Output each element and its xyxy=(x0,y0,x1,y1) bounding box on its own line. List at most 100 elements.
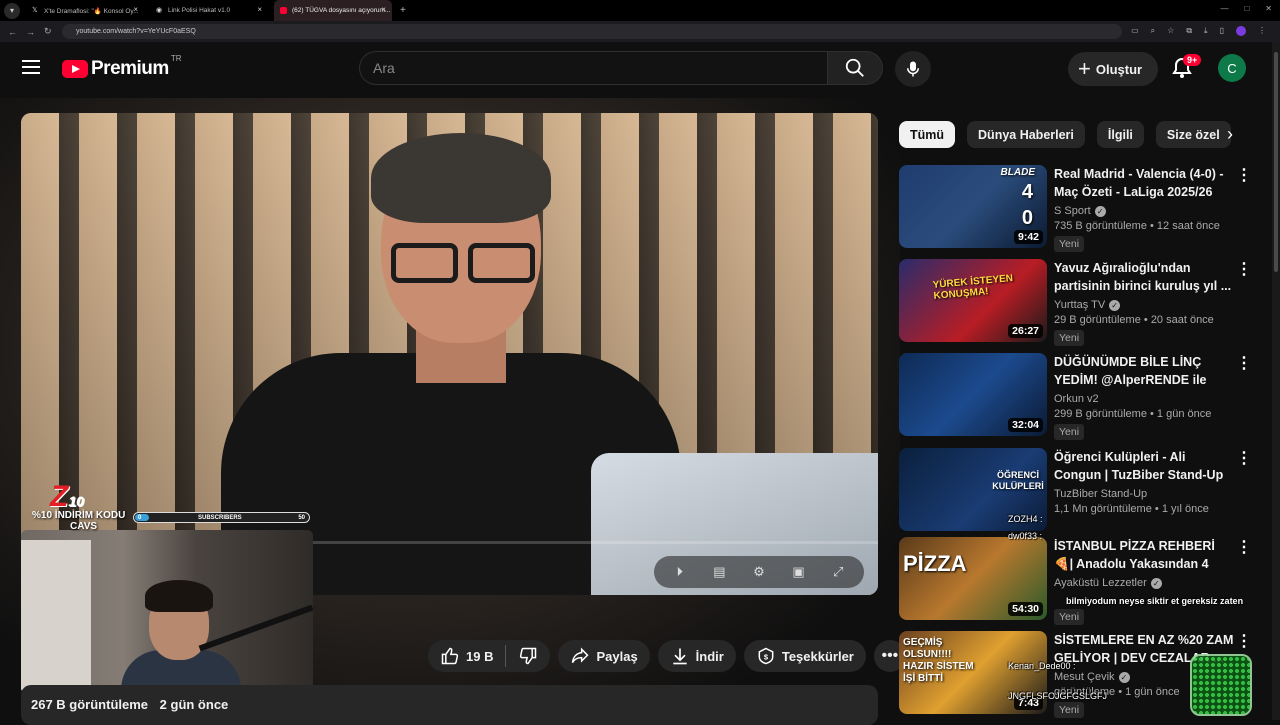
thanks-button[interactable]: $ Teşekkürler xyxy=(743,640,866,672)
video-title[interactable]: Real Madrid - Valencia (4-0) - Maç Özeti… xyxy=(1054,165,1234,201)
new-tab-icon[interactable]: + xyxy=(400,5,406,16)
extensions-icon[interactable]: ⧉ xyxy=(1186,26,1192,36)
video-age: 12 saat önce xyxy=(1156,220,1220,232)
youtube-premium-logo[interactable]: Premium TR xyxy=(62,54,181,80)
share-icon xyxy=(572,647,590,664)
more-vertical-icon[interactable]: ⋮ xyxy=(1236,167,1252,185)
download-icon[interactable]: ⤓ xyxy=(1204,26,1208,36)
voice-search-button[interactable] xyxy=(895,51,931,87)
youtube-favicon-icon xyxy=(280,7,287,14)
channel-name[interactable]: Mesut Çevik xyxy=(1054,671,1115,683)
dislike-button[interactable] xyxy=(506,640,550,672)
subtitles-icon[interactable]: ▤ xyxy=(709,562,729,582)
recommendation-item[interactable]: 32:04 DÜĞÜNÜMDE BİLE LİNÇ YEDİM! @AlperR… xyxy=(899,353,1252,440)
video-title[interactable]: Yavuz Ağıralioğlu'ndan partisinin birinc… xyxy=(1054,259,1234,295)
channel-name[interactable]: Ayaküstü Lezzetler xyxy=(1054,577,1147,589)
video-thumbnail[interactable]: YÜREK İSTEYEN KONUŞMA! 26:27 xyxy=(899,259,1047,342)
video-thumbnail[interactable]: BLADE 4 0 9:42 xyxy=(899,165,1047,248)
miniplayer-icon[interactable]: ▣ xyxy=(789,562,809,582)
video-thumbnail[interactable]: PİZZA 54:30 xyxy=(899,537,1047,620)
close-tab-icon[interactable]: × xyxy=(133,5,138,14)
thumbnail-text: YÜREK İSTEYEN KONUŞMA! xyxy=(932,272,1014,302)
recommendation-item[interactable]: ÖĞRENCİ KULÜPLERİ Öğrenci Kulüpleri - Al… xyxy=(899,448,1252,534)
close-tab-icon[interactable]: × xyxy=(257,5,262,14)
thanks-label: Teşekkürler xyxy=(781,648,854,664)
video-title[interactable]: İSTANBUL PİZZA REHBERİ 🍕| Anadolu Yakası… xyxy=(1054,537,1234,573)
settings-gear-icon[interactable]: ⚙ xyxy=(749,562,769,582)
logo-text: Premium xyxy=(91,58,169,79)
channel-name[interactable]: Orkun v2 xyxy=(1054,393,1099,405)
subs-current: 0 xyxy=(138,514,142,521)
video-age: 1 gün önce xyxy=(1125,686,1180,698)
search-input[interactable]: Ara xyxy=(359,51,827,85)
channel-name[interactable]: Yurttaş TV xyxy=(1054,299,1105,311)
reload-icon[interactable]: ↻ xyxy=(44,26,54,37)
video-age: 1 gün önce xyxy=(1156,408,1212,420)
more-vertical-icon[interactable]: ⋮ xyxy=(1236,355,1252,373)
menu-icon[interactable] xyxy=(22,60,40,74)
x-favicon-icon: 𝕏 xyxy=(32,7,38,14)
streamer-webcam-overlay xyxy=(21,530,313,694)
more-vertical-icon[interactable]: ⋮ xyxy=(1236,633,1252,651)
video-title[interactable]: DÜĞÜNÜMDE BİLE LİNÇ YEDİM! @AlperRENDE i… xyxy=(1054,353,1234,389)
browser-tab-3[interactable]: (62) TÜGVA dosyasını açıyorum... × xyxy=(274,0,392,21)
stream-widget-jar xyxy=(1190,654,1252,716)
more-vertical-icon[interactable]: ⋮ xyxy=(1236,261,1252,279)
account-avatar[interactable]: C xyxy=(1218,54,1246,82)
scrollbar-thumb[interactable] xyxy=(1274,52,1278,272)
more-vertical-icon[interactable]: ⋮ xyxy=(1236,450,1252,468)
tab-search-icon[interactable]: ▾ xyxy=(4,2,20,19)
subs-label: SUBSCRIBERS xyxy=(197,514,242,521)
chip-all[interactable]: Tümü xyxy=(899,121,956,148)
autoplay-toggle-icon[interactable]: ⏵ xyxy=(670,562,690,582)
search-button[interactable] xyxy=(827,51,883,85)
recommendation-item[interactable]: BLADE 4 0 9:42 Real Madrid - Valencia (4… xyxy=(899,165,1252,252)
description-box[interactable]: 267 B görüntüleme 2 gün önce xyxy=(21,685,878,725)
channel-name[interactable]: S Sport xyxy=(1054,205,1091,217)
chevron-right-icon[interactable]: › xyxy=(1220,125,1240,145)
close-window-icon[interactable]: ✕ xyxy=(1265,4,1272,13)
more-vertical-icon[interactable]: ⋮ xyxy=(1236,539,1252,557)
recommendation-item[interactable]: YÜREK İSTEYEN KONUŞMA! 26:27 Yavuz Ağıra… xyxy=(899,259,1252,346)
plus-icon: + xyxy=(1078,56,1091,81)
like-button[interactable]: 19 B xyxy=(428,640,505,672)
bookmark-star-icon[interactable]: ☆ xyxy=(1167,26,1174,36)
sidebar-icon[interactable]: ▯ xyxy=(1220,26,1224,36)
verified-check-icon: ✓ xyxy=(1109,299,1121,311)
fullscreen-icon[interactable]: ⤢ xyxy=(828,562,848,582)
sponsor-logo-sup: 10 xyxy=(68,493,84,509)
chip-related[interactable]: İlgili xyxy=(1096,121,1144,148)
video-thumbnail[interactable]: GEÇMİŞ OLSUN!!!! HAZIR SİSTEM İŞİ BİTTİ … xyxy=(899,631,1047,714)
video-title[interactable]: Öğrenci Kulüpleri - Ali Congun | TuzBibe… xyxy=(1054,448,1234,484)
cast-icon[interactable]: ▭ xyxy=(1131,26,1139,36)
zoom-icon[interactable]: ⌕ xyxy=(1151,26,1155,36)
url-field[interactable]: youtube.com/watch?v=YeYUcF0aESQ xyxy=(62,24,1122,39)
close-tab-icon[interactable]: × xyxy=(381,5,386,14)
video-duration: 9:42 xyxy=(1013,230,1043,244)
chat-username: dw0f33 : xyxy=(1008,531,1043,541)
new-badge: Yeni xyxy=(1054,330,1085,346)
video-thumbnail[interactable]: 32:04 xyxy=(899,353,1047,436)
forward-icon[interactable]: → xyxy=(26,27,36,37)
video-views: 1,1 Mn görüntüleme xyxy=(1054,503,1152,515)
minimize-icon[interactable]: — xyxy=(1220,4,1228,13)
browser-menu-icon[interactable]: ⋮ xyxy=(1258,26,1266,36)
maximize-icon[interactable]: □ xyxy=(1244,4,1249,13)
channel-name[interactable]: TuzBiber Stand-Up xyxy=(1054,488,1147,500)
create-button[interactable]: + Oluştur xyxy=(1068,52,1158,86)
subs-goal: 50 xyxy=(298,514,305,521)
tab-title: Link Polisi Hakat v1.0 xyxy=(168,7,231,14)
browser-profile-avatar[interactable] xyxy=(1236,26,1246,36)
share-button[interactable]: Paylaş xyxy=(558,640,650,672)
thumbs-up-icon xyxy=(441,647,459,665)
url-text: youtube.com/watch?v=YeYUcF0aESQ xyxy=(76,28,196,35)
recommendation-item[interactable]: PİZZA 54:30 İSTANBUL PİZZA REHBERİ 🍕| An… xyxy=(899,537,1252,625)
download-button[interactable]: İndir xyxy=(657,640,736,672)
page-scrollbar[interactable] xyxy=(1272,42,1280,720)
search-placeholder: Ara xyxy=(373,60,395,76)
back-icon[interactable]: ← xyxy=(8,27,18,37)
chip-world-news[interactable]: Dünya Haberleri xyxy=(967,121,1085,148)
browser-tab-1[interactable]: 𝕏 X'te Dramaflosi: "🔥 Konsol Oy... × xyxy=(26,0,144,21)
recommendation-chips: Tümü Dünya Haberleri İlgili Size özel xyxy=(899,121,1231,148)
browser-tab-2[interactable]: ◉ Link Polisi Hakat v1.0 × xyxy=(150,0,268,21)
